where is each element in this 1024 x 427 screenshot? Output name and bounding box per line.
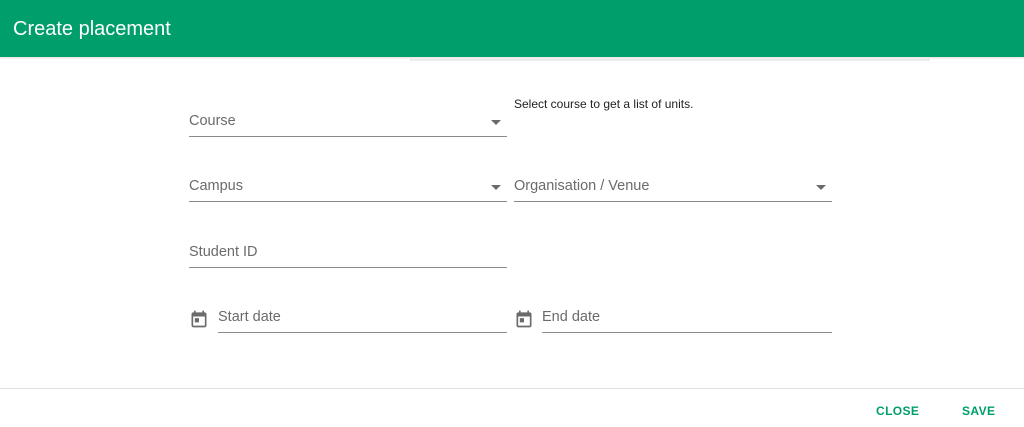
course-label: Course (189, 113, 236, 129)
dialog-header: Create placement (0, 0, 1024, 57)
background-peek (410, 57, 930, 61)
course-select[interactable]: Course (189, 107, 507, 137)
end-date-input[interactable]: End date (542, 303, 832, 333)
start-date-input[interactable]: Start date (218, 303, 507, 333)
student-id-label: Student ID (189, 244, 258, 260)
chevron-down-icon (816, 185, 826, 190)
chevron-down-icon (491, 120, 501, 125)
footer-divider (0, 388, 1024, 389)
create-placement-dialog: Create placement Course Select course to… (0, 0, 1024, 427)
organisation-label: Organisation / Venue (514, 178, 650, 194)
calendar-icon[interactable] (189, 309, 209, 329)
campus-select[interactable]: Campus (189, 172, 507, 202)
organisation-select[interactable]: Organisation / Venue (514, 172, 832, 202)
save-button[interactable]: SAVE (962, 398, 995, 424)
course-hint: Select course to get a list of units. (514, 97, 694, 111)
close-button[interactable]: CLOSE (876, 398, 919, 424)
calendar-icon[interactable] (514, 309, 534, 329)
end-date-label: End date (542, 309, 601, 325)
chevron-down-icon (491, 185, 501, 190)
dialog-title: Create placement (13, 18, 171, 40)
start-date-label: Start date (218, 309, 281, 325)
student-id-input[interactable]: Student ID (189, 238, 507, 268)
campus-label: Campus (189, 178, 243, 194)
